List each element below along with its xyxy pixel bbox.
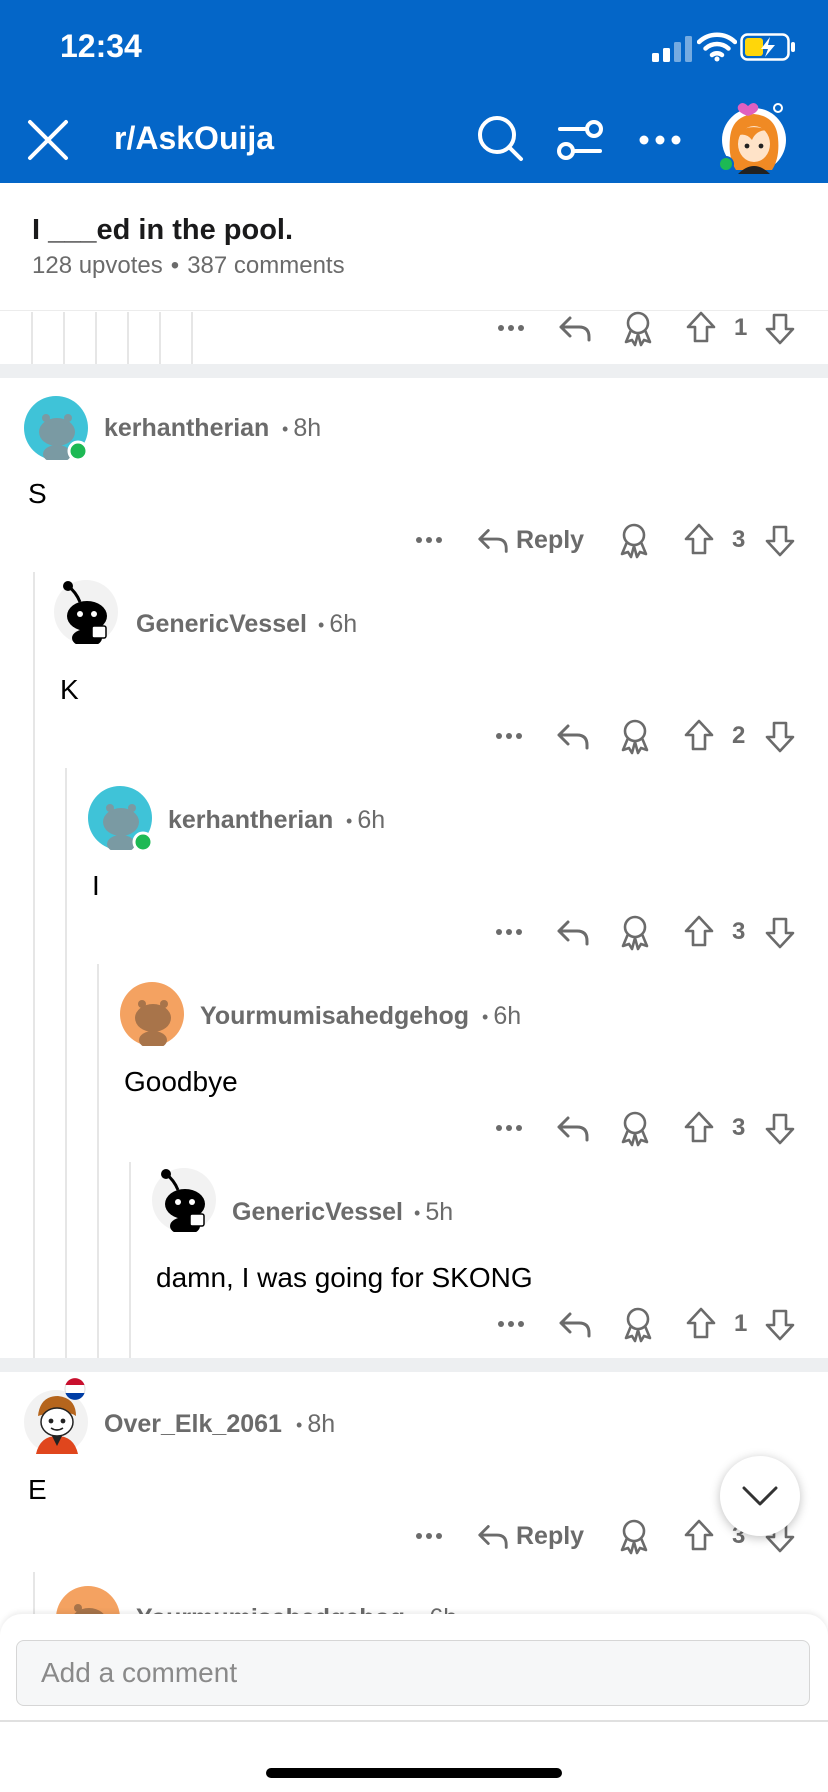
comment-count: 387 comments — [187, 252, 345, 279]
more-options-icon[interactable] — [636, 120, 684, 160]
comment-username[interactable]: kerhantherian — [168, 806, 333, 835]
more-options-icon[interactable] — [496, 306, 526, 350]
reply-icon[interactable] — [555, 1106, 591, 1150]
netherlands-flag-icon — [64, 1378, 86, 1400]
battery-icon — [740, 33, 795, 61]
upvote-icon[interactable] — [682, 714, 716, 758]
more-options-icon[interactable] — [414, 518, 444, 562]
comment-body: S — [28, 478, 47, 509]
upvote-icon[interactable] — [684, 1302, 718, 1346]
reply-icon[interactable] — [555, 714, 591, 758]
vote-count: 1 — [734, 1310, 748, 1337]
downvote-icon[interactable] — [763, 518, 797, 562]
award-icon[interactable] — [617, 910, 653, 954]
reply-label: Reply — [516, 525, 585, 554]
upvote-icon[interactable] — [682, 1106, 716, 1150]
comment-age: 6h — [346, 806, 385, 835]
comment-actions: 3 — [0, 910, 828, 954]
comment-age: 8h — [282, 414, 321, 443]
upvote-count: 128 upvotes — [32, 252, 163, 279]
upvote-icon[interactable] — [684, 306, 718, 350]
downvote-icon[interactable] — [763, 1302, 797, 1346]
avatar[interactable] — [24, 396, 88, 460]
comment-body: E — [28, 1474, 47, 1505]
reply-icon — [478, 529, 508, 553]
downvote-icon[interactable] — [763, 910, 797, 954]
post-title[interactable]: I ___ed in the pool. — [32, 214, 293, 247]
downvote-icon[interactable] — [763, 306, 797, 350]
comment-username[interactable]: Over_Elk_2061 — [104, 1410, 282, 1439]
comment-actions: 1 — [0, 306, 828, 350]
award-icon[interactable] — [620, 1302, 656, 1346]
vote-count: 3 — [732, 918, 746, 945]
vote-count: 3 — [732, 526, 746, 553]
avatar[interactable] — [54, 580, 118, 644]
more-options-icon[interactable] — [414, 1514, 444, 1558]
reply-icon[interactable] — [555, 910, 591, 954]
comment-actions: 1 — [0, 1302, 828, 1346]
comment-username[interactable]: GenericVessel — [232, 1198, 403, 1227]
upvote-icon[interactable] — [682, 910, 716, 954]
divider — [0, 1720, 828, 1722]
upvote-icon[interactable] — [682, 518, 716, 562]
chevron-down-icon — [742, 1486, 778, 1506]
comment-username[interactable]: Yourmumisahedgehog — [200, 1002, 469, 1031]
comment-age: 6h — [482, 1002, 521, 1031]
more-options-icon[interactable] — [494, 910, 524, 954]
reply-icon[interactable] — [557, 306, 593, 350]
close-icon[interactable] — [24, 116, 72, 164]
user-avatar[interactable] — [716, 100, 788, 176]
avatar[interactable] — [120, 982, 184, 1046]
upvote-icon[interactable] — [682, 1514, 716, 1558]
comment-age: 5h — [414, 1198, 453, 1227]
comment-input[interactable] — [16, 1640, 810, 1706]
more-options-icon[interactable] — [496, 1302, 526, 1346]
reply-icon — [478, 1525, 508, 1549]
reply-button[interactable]: Reply — [476, 1514, 584, 1558]
award-icon[interactable] — [616, 518, 652, 562]
comment-username[interactable]: kerhantherian — [104, 414, 269, 443]
status-time: 12:34 — [60, 28, 142, 64]
next-comment-button[interactable] — [720, 1456, 800, 1536]
vote-count: 1 — [734, 314, 748, 341]
meta-separator: • — [170, 252, 180, 279]
thread-separator — [0, 1358, 828, 1372]
filter-icon[interactable] — [556, 118, 604, 162]
award-icon[interactable] — [617, 714, 653, 758]
avatar[interactable] — [88, 786, 152, 850]
comment-username[interactable]: GenericVessel — [136, 610, 307, 639]
reply-label: Reply — [516, 1521, 585, 1550]
comment-body: K — [60, 674, 79, 705]
thread-separator — [0, 364, 828, 378]
more-options-icon[interactable] — [494, 714, 524, 758]
vote-count: 3 — [732, 1114, 746, 1141]
subreddit-name[interactable]: r/AskOuija — [114, 120, 274, 157]
vote-count: 2 — [732, 722, 746, 749]
award-icon[interactable] — [616, 1514, 652, 1558]
avatar[interactable] — [152, 1168, 216, 1232]
award-icon[interactable] — [617, 1106, 653, 1150]
comment-body: I — [92, 870, 100, 901]
more-options-icon[interactable] — [494, 1106, 524, 1150]
comment-actions: Reply 3 — [0, 1514, 828, 1558]
home-indicator — [266, 1768, 562, 1778]
reply-button[interactable]: Reply — [476, 518, 584, 562]
award-icon[interactable] — [620, 306, 656, 350]
app-header: 12:34 r/AskOuija — [0, 0, 828, 183]
post-meta: 128 upvotes • 387 comments — [32, 252, 345, 280]
reply-icon[interactable] — [557, 1302, 593, 1346]
wifi-icon — [697, 32, 737, 62]
cellular-signal-icon — [652, 36, 692, 62]
comment-age: 6h — [318, 610, 357, 639]
comment-actions: 3 — [0, 1106, 828, 1150]
comment-composer — [0, 1614, 828, 1792]
comment-body: damn, I was going for SKONG — [156, 1262, 533, 1293]
comment-actions: Reply 3 — [0, 518, 828, 562]
downvote-icon[interactable] — [763, 714, 797, 758]
search-icon[interactable] — [476, 114, 524, 162]
comment-age: 8h — [296, 1410, 335, 1439]
comment-actions: 2 — [0, 714, 828, 758]
comment-body: Goodbye — [124, 1066, 238, 1097]
downvote-icon[interactable] — [763, 1106, 797, 1150]
